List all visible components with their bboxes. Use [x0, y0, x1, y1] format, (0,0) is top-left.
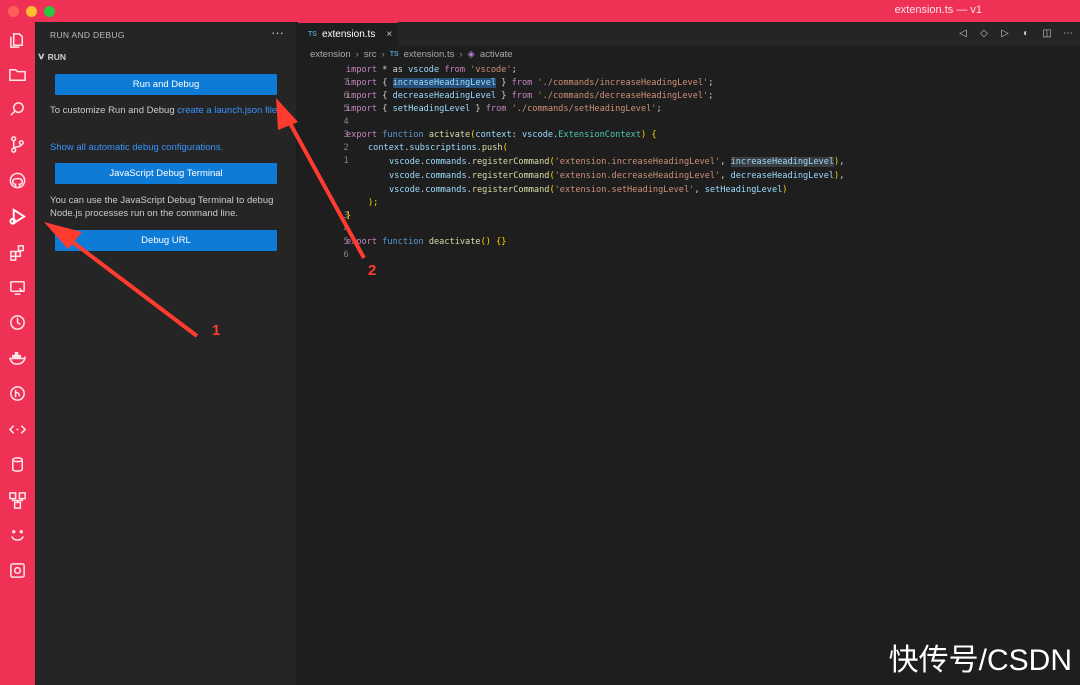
run-and-debug-button[interactable]: Run and Debug [55, 74, 277, 95]
source-control-icon[interactable] [7, 134, 28, 155]
code-line: vscode.commands.registerCommand('extensi… [298, 170, 844, 183]
javascript-debug-terminal-button[interactable]: JavaScript Debug Terminal [55, 163, 277, 184]
breadcrumb-item-extension[interactable]: extension [310, 49, 351, 60]
run-section-header[interactable]: ∨ RUN [37, 51, 67, 62]
code-line: 7 import * as vscode from 'vscode'; [298, 64, 517, 88]
function-symbol-icon: ◈ [467, 49, 475, 60]
remote-explorer-icon[interactable] [7, 277, 28, 298]
code-line: vscode.commands.registerCommand('extensi… [298, 184, 787, 197]
window-title: extension.ts — v1 [894, 4, 982, 16]
code-text: import { setHeadingLevel } from './comma… [346, 104, 662, 114]
run-and-debug-sidebar: RUN AND DEBUG ··· ∨ RUN Run and Debug To… [35, 22, 297, 685]
run-section-label: RUN [47, 51, 67, 62]
folder-icon[interactable] [7, 64, 28, 85]
breadcrumb-item-file[interactable]: extension.ts [404, 49, 455, 60]
source-control-changes-icon[interactable]: ◇ [978, 28, 990, 39]
code-text: import { decreaseHeadingLevel } from './… [346, 91, 714, 101]
gitlens-icon[interactable] [7, 383, 28, 404]
timeline-icon[interactable] [7, 312, 28, 333]
line-number: 6 [343, 250, 349, 260]
minimize-window-button[interactable] [26, 5, 37, 17]
typescript-file-icon: TS [389, 51, 399, 58]
close-tab-icon[interactable]: × [386, 29, 392, 40]
show-all-configurations-link[interactable]: Show all automatic debug configurations. [50, 141, 286, 154]
run-and-debug-icon[interactable] [7, 206, 28, 227]
code-editor[interactable]: 7 import * as vscode from 'vscode'; 6 im… [298, 62, 1080, 685]
code-line: 1 context.subscriptions.push( [298, 142, 508, 166]
editor-tab-bar: TS extension.ts × ◁ ◇ ▷ ◐ ◫ ⋯ [298, 22, 1080, 46]
code-text: ); [368, 198, 379, 208]
extensions-icon[interactable] [7, 242, 28, 263]
database-icon[interactable] [7, 454, 28, 475]
code-line: 3 [298, 116, 349, 140]
live-share-icon[interactable] [7, 419, 28, 440]
chevron-right-icon: › [381, 49, 385, 60]
network-icon[interactable] [7, 490, 28, 511]
docker-icon[interactable] [7, 347, 28, 368]
code-line: 2 export function activate(context: vsco… [298, 129, 657, 153]
go-forward-icon[interactable]: ▷ [999, 28, 1011, 39]
go-back-icon[interactable]: ◁ [957, 28, 969, 39]
code-line: 3 ); [298, 197, 379, 221]
breadcrumb: extension › src › TS extension.ts › ◈ ac… [310, 49, 513, 60]
activity-bar [0, 22, 35, 685]
typescript-file-icon: TS [308, 31, 317, 38]
code-text: import { increaseHeadingLevel } from './… [346, 78, 714, 88]
toggle-icon[interactable]: ◐ [1020, 28, 1032, 39]
code-text: export function activate(context: vscode… [346, 130, 657, 140]
code-line: 5 import { decreaseHeadingLevel } from '… [298, 90, 714, 114]
annotation-number-2: 2 [368, 262, 377, 279]
more-editor-actions-icon[interactable]: ⋯ [1062, 28, 1074, 39]
split-editor-icon[interactable]: ◫ [1041, 28, 1053, 39]
github-icon[interactable] [7, 170, 28, 191]
debug-url-button[interactable]: Debug URL [55, 230, 277, 251]
maximize-window-button[interactable] [44, 5, 55, 17]
code-text: vscode.commands.registerCommand('extensi… [389, 171, 845, 181]
create-launch-json-link[interactable]: create a launch.json file [177, 105, 277, 116]
search-icon[interactable] [7, 99, 28, 120]
chevron-right-icon: › [355, 49, 359, 60]
code-text: vscode.commands.registerCommand('extensi… [389, 157, 845, 167]
chevron-down-icon: ∨ [37, 51, 46, 61]
code-text: export function deactivate() {} [346, 237, 507, 247]
tab-extension-ts[interactable]: TS extension.ts × [298, 22, 398, 46]
code-line: 4 } [298, 210, 352, 234]
code-text: vscode.commands.registerCommand('extensi… [389, 185, 788, 195]
code-line: 5 [298, 223, 349, 247]
code-text: } [346, 211, 352, 221]
settings-sync-icon[interactable] [7, 560, 28, 581]
code-line: 6 import { increaseHeadingLevel } from '… [298, 77, 713, 101]
explorer-icon[interactable] [7, 30, 28, 51]
chevron-right-icon: › [459, 49, 463, 60]
watermark: 快传号/CSDN [888, 644, 1072, 677]
js-terminal-description: You can use the JavaScript Debug Termina… [50, 195, 274, 219]
more-actions-icon[interactable]: ··· [271, 25, 284, 40]
customize-text-label: To customize Run and Debug [50, 105, 178, 116]
customize-text-end: . [277, 105, 280, 116]
editor-actions: ◁ ◇ ▷ ◐ ◫ ⋯ [957, 28, 1074, 39]
breadcrumb-item-src[interactable]: src [364, 49, 377, 60]
code-text: import * as vscode from 'vscode'; [346, 65, 517, 75]
annotation-number-1: 1 [212, 322, 221, 339]
window-controls [8, 5, 55, 17]
code-line: vscode.commands.registerCommand('extensi… [298, 156, 844, 169]
customize-text: To customize Run and Debug create a laun… [50, 104, 286, 117]
sidebar-title: RUN AND DEBUG [50, 30, 125, 40]
code-text: context.subscriptions.push( [368, 143, 508, 153]
code-line: 6 export function deactivate() {} [298, 236, 507, 260]
tab-label: extension.ts [321, 29, 376, 40]
close-window-button[interactable] [8, 5, 19, 17]
breadcrumb-item-activate[interactable]: activate [480, 49, 513, 60]
smiley-icon[interactable] [7, 525, 28, 546]
code-line: 4 import { setHeadingLevel } from './com… [298, 103, 662, 127]
title-bar: extension.ts — v1 [0, 0, 1080, 22]
